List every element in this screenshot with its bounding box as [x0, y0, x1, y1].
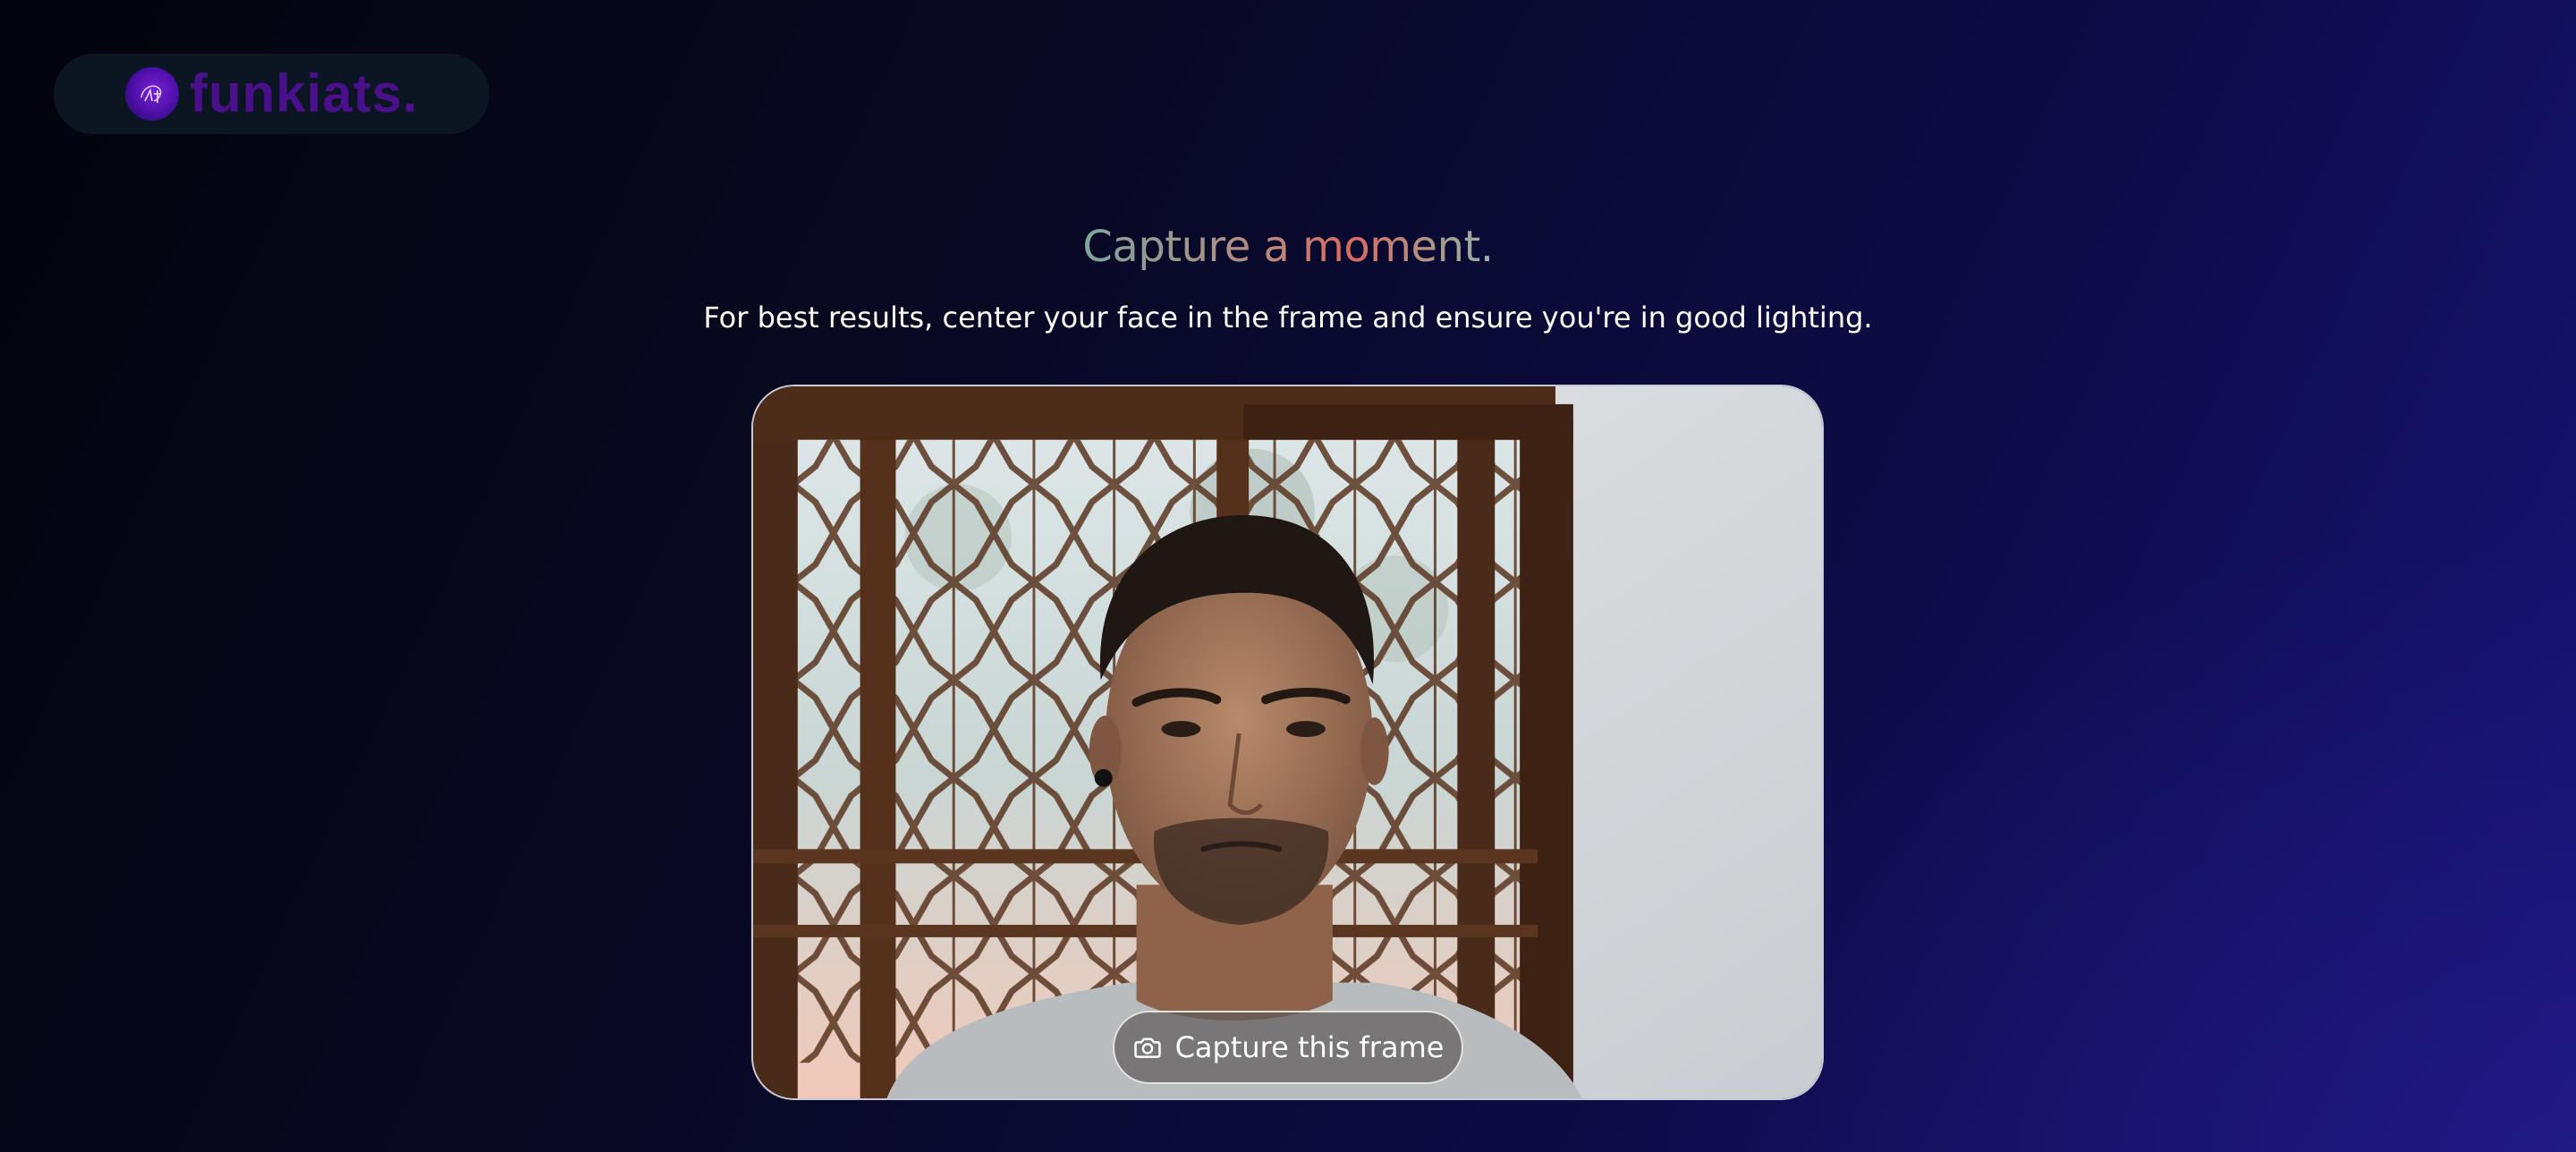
capture-button-label: Capture this frame — [1174, 1030, 1445, 1064]
logo-glyph — [140, 85, 162, 103]
webcam-image — [753, 386, 1822, 1098]
webcam-preview — [751, 385, 1824, 1100]
page-subtitle: For best results, center your face in th… — [703, 301, 1873, 335]
hand-sketch-logo-icon — [125, 67, 179, 121]
page-title-text: Capture a moment. — [1082, 222, 1494, 272]
page-title: Capture a moment. — [0, 222, 2576, 272]
capture-frame-button[interactable]: Capture this frame — [1113, 1011, 1463, 1084]
brand-logo-pill[interactable]: funkiats. — [54, 54, 489, 134]
brand-name: funkiats. — [190, 64, 419, 123]
camera-icon — [1132, 1032, 1163, 1063]
